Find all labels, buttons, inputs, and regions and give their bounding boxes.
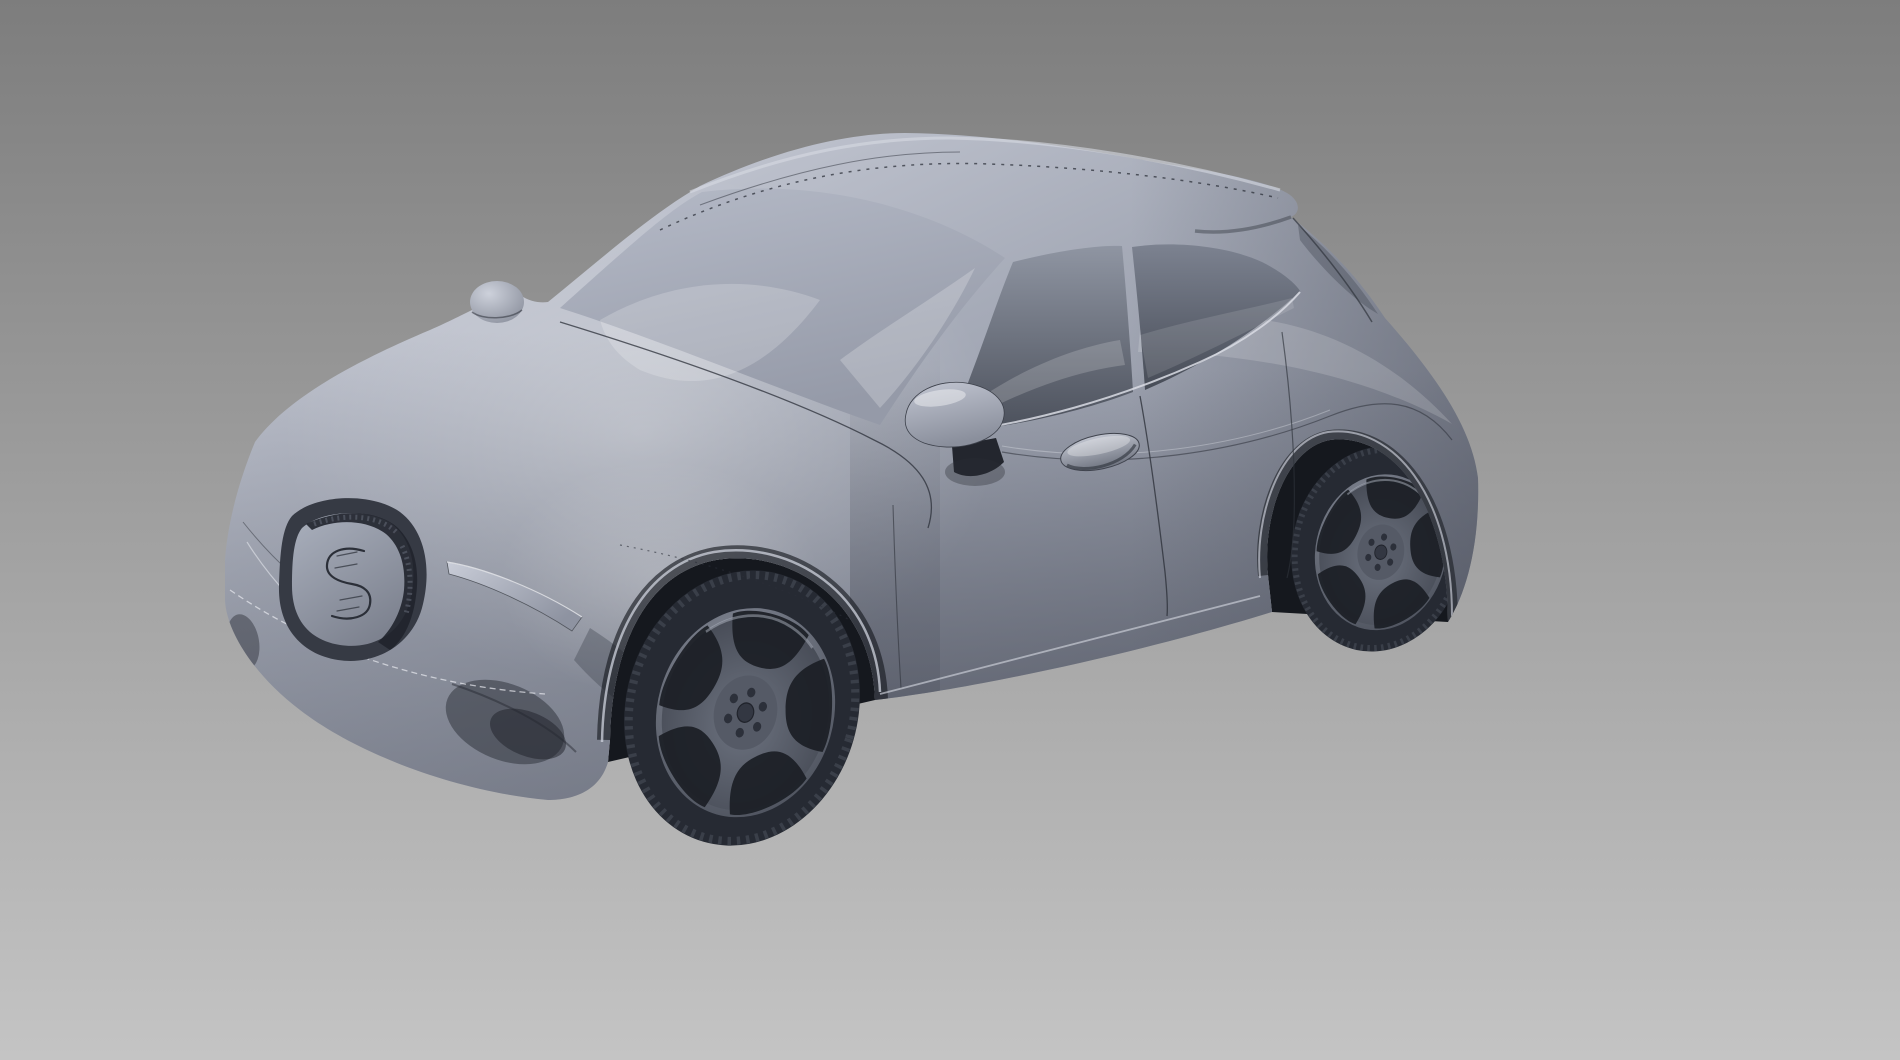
cowl-dome (470, 281, 524, 323)
render-viewport[interactable] (0, 0, 1900, 1060)
front-grille (279, 498, 427, 661)
render-canvas (0, 0, 1900, 1060)
mirror-shadow (945, 458, 1005, 486)
